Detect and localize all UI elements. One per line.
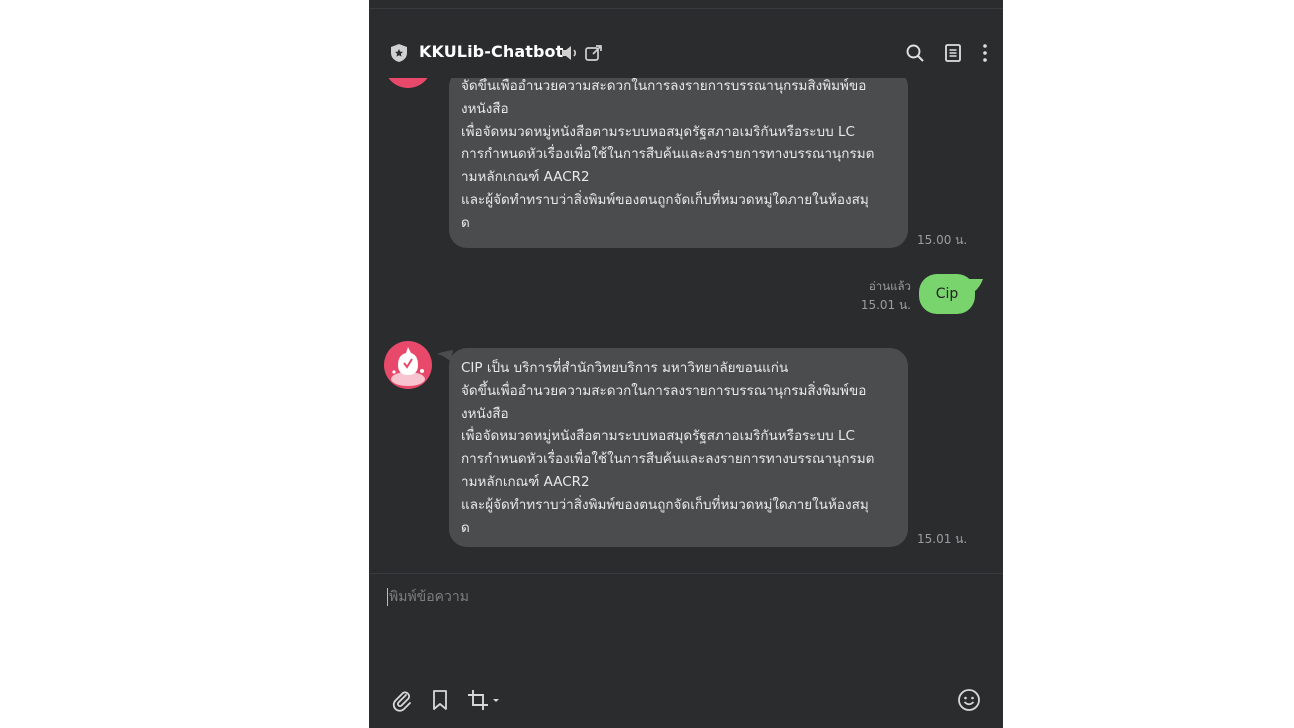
bot-avatar	[384, 78, 432, 88]
more-vertical-icon[interactable]	[974, 42, 996, 64]
bot-message-bubble: จัดขึ้นเพื่ออำนวยความสะดวกในการลงรายการบ…	[449, 78, 908, 248]
message-line: เพื่อจัดหมวดหมู่หนังสือตามระบบหอสมุดรัฐส…	[461, 123, 855, 140]
bot-avatar-image	[391, 347, 425, 386]
message-line: ด	[461, 214, 470, 231]
read-status: อ่านแล้ว	[868, 279, 911, 293]
search-icon[interactable]	[904, 42, 926, 64]
message-line: ามหลักเกณฑ์ AACR2	[461, 473, 590, 490]
message-list[interactable]: จัดขึ้นเพื่ออำนวยความสะดวกในการลงรายการบ…	[369, 78, 1003, 573]
shield-icon	[391, 44, 407, 62]
notes-icon[interactable]	[942, 42, 964, 64]
chat-header: KKULib-Chatbot	[369, 28, 1003, 78]
message-line: จัดขึ้นเพื่ออำนวยความสะดวกในการลงรายการบ…	[461, 382, 867, 399]
bookmark-icon[interactable]	[428, 688, 452, 712]
message-line: การกำหนดหัวเรื่องเพื่อใช้ในการสืบค้นและล…	[461, 451, 875, 468]
top-divider	[369, 8, 1003, 9]
message-line: งหนังสือ	[461, 405, 509, 422]
paperclip-icon[interactable]	[390, 688, 414, 712]
message-time: 15.01 น.	[860, 298, 911, 312]
message-line: การกำหนดหัวเรื่องเพื่อใช้ในการสืบค้นและล…	[461, 146, 875, 163]
user-message-text: Cip	[935, 286, 959, 302]
user-message-bubble: Cip	[919, 274, 975, 314]
external-link-icon[interactable]	[583, 42, 605, 64]
emoji-icon[interactable]	[957, 688, 981, 712]
chat-title: KKULib-Chatbot	[419, 42, 564, 61]
message-time: 15.00 น.	[917, 233, 968, 247]
bot-message-bubble: CIP เป็น บริการที่สำนักวิทยบริการ มหาวิท…	[449, 348, 908, 547]
crop-icon[interactable]	[466, 688, 502, 712]
message-line: จัดขึ้นเพื่ออำนวยความสะดวกในการลงรายการบ…	[461, 78, 867, 94]
message-line: ามหลักเกณฑ์ AACR2	[461, 169, 590, 186]
text-caret	[387, 588, 388, 606]
message-time: 15.01 น.	[917, 532, 968, 546]
composer-divider	[369, 573, 1003, 574]
message-line: และผู้จัดทำทราบว่าสิ่งพิมพ์ของตนถูกจัดเก…	[461, 496, 869, 513]
bot-avatar	[384, 341, 432, 389]
message-line: CIP เป็น บริการที่สำนักวิทยบริการ มหาวิท…	[461, 360, 789, 376]
message-line: และผู้จัดทำทราบว่าสิ่งพิมพ์ของตนถูกจัดเก…	[461, 191, 869, 208]
message-line: ด	[461, 519, 470, 536]
input-placeholder: พิมพ์ข้อความ	[389, 589, 469, 605]
message-line: งหนังสือ	[461, 100, 509, 117]
chat-window: KKULib-Chatbot จัดขึ้นเพื่ออำนวยความสะดว…	[369, 0, 1003, 728]
message-input[interactable]: พิมพ์ข้อความ	[387, 586, 977, 616]
speaker-icon[interactable]	[559, 42, 581, 64]
message-line: เพื่อจัดหมวดหมู่หนังสือตามระบบหอสมุดรัฐส…	[461, 428, 855, 445]
